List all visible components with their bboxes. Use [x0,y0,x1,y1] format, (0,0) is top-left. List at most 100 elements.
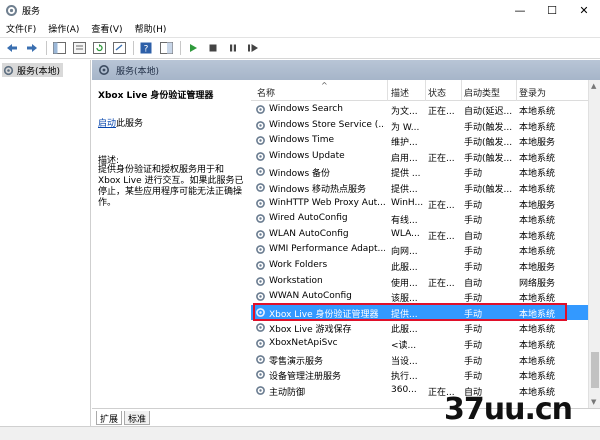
column-header-startup-type[interactable]: 启动类型 [464,86,500,99]
help-icon[interactable]: ? [138,40,154,56]
export-list-icon[interactable] [111,40,127,56]
service-log-on-as-cell: 本地服务 [519,138,556,149]
pause-service-icon[interactable] [225,40,241,56]
column-divider[interactable] [516,80,517,101]
service-startup-type-cell: 手动(触发... [464,122,513,133]
service-startup-type-cell: 手动(触发... [464,153,513,164]
scroll-up-icon[interactable]: ▲ [591,82,596,90]
service-name-cell: 设备管理注册服务 [269,372,342,383]
menu-action[interactable]: 操作(A) [48,22,79,35]
service-description-cell: 为文... [391,107,418,117]
service-description-cell: 该服... [391,294,418,305]
service-name-cell: Windows Search [269,104,343,114]
service-description-cell: 使用... [391,278,418,289]
maximize-button[interactable]: ☐ [536,0,568,20]
service-log-on-as-cell: 本地服务 [519,200,556,211]
table-row[interactable]: Wired AutoConfig 有线... 手动 本地系统 [251,211,588,227]
tab-standard[interactable]: 标准 [124,411,151,425]
properties-sheet-icon[interactable] [71,40,87,56]
service-log-on-as-cell: 本地系统 [519,216,556,227]
service-description-cell: <读... [391,341,417,351]
menu-file[interactable]: 文件(F) [6,22,36,35]
service-startup-type-cell: 手动 [464,216,483,227]
service-log-on-as-cell: 本地系统 [519,122,556,133]
service-log-on-as-cell: 本地服务 [519,263,556,273]
table-row[interactable]: Windows Store Service (... 为 W... 手动(触发...… [251,118,588,134]
column-header-description[interactable]: 描述 [391,86,409,99]
table-row[interactable]: Windows 移动热点服务 提供... 手动(触发... 本地系统 [251,180,588,196]
service-description-cell: 提供... [391,185,418,195]
column-divider[interactable] [425,80,426,101]
table-row[interactable]: 设备管理注册服务 执行... 手动 本地系统 [251,367,588,383]
start-service-icon[interactable] [185,40,201,56]
table-row[interactable]: Windows 备份 提供 ... 手动 本地系统 [251,164,588,180]
back-arrow-icon[interactable] [4,40,20,56]
service-startup-type-cell: 手动 [464,309,483,320]
title-bar: 服务 — ☐ ✕ [0,0,600,20]
service-log-on-as-cell: 本地系统 [519,356,556,367]
table-row[interactable]: Windows Time 维护... 手动(触发... 本地服务 [251,133,588,149]
column-header-log-on-as[interactable]: 登录为 [519,86,546,99]
services-gear-icon [3,65,14,75]
tree-item-services-local[interactable]: 服务(本地) [2,63,64,77]
table-row[interactable]: 零售演示服务 当设... 手动 本地系统 [251,352,588,368]
service-startup-type-cell: 手动 [464,294,483,305]
service-gear-icon [256,167,265,177]
stop-service-icon[interactable] [205,40,221,56]
table-row[interactable]: WWAN AutoConfig 该服... 手动 本地系统 [251,289,588,305]
table-row[interactable]: WMI Performance Adapt... 向网... 手动 本地系统 [251,242,588,258]
service-description-cell: 当设... [391,356,418,367]
restart-service-icon[interactable] [245,40,261,56]
services-gear-icon [99,65,109,75]
service-name-cell: WMI Performance Adapt... [269,244,385,255]
service-startup-type-cell: 自动 [464,278,483,289]
service-log-on-as-cell: 本地系统 [519,294,556,305]
table-row[interactable]: Windows Search 为文... 正在... 自动(延迟... 本地系统 [251,102,588,118]
description-text: 提供身份验证和授权服务用于和 Xbox Live 进行交互。如果此服务已停止，某… [98,165,244,208]
console-tree-icon[interactable] [51,40,67,56]
start-service-link[interactable]: 启动 [98,119,116,129]
table-row[interactable]: XboxNetApiSvc <读... 手动 本地系统 [251,336,588,352]
vertical-scrollbar[interactable]: ▲ ▼ [588,80,600,408]
table-row-selected[interactable]: Xbox Live 身份验证管理器 提供... 手动 本地系统 [251,304,588,321]
service-description-cell: 为 W... [391,122,420,133]
table-row[interactable]: WinHTTP Web Proxy Aut... WinH... 正在... 手动 本地… [251,196,588,212]
column-header-status[interactable]: 状态 [428,86,446,99]
minimize-button[interactable]: — [504,0,536,20]
service-gear-icon [256,136,265,146]
service-name-cell: XboxNetApiSvc [269,338,338,348]
table-row[interactable]: Workstation 使用... 正在... 自动 网络服务 [251,274,588,290]
service-description-cell: WLA... [391,228,420,239]
service-name-cell: 主动防御 [269,387,306,398]
service-status-cell: 正在... [428,231,455,242]
service-name-cell: Work Folders [269,260,328,270]
menu-help[interactable]: 帮助(H) [135,22,167,35]
service-name-cell: Windows 备份 [269,169,331,180]
forward-arrow-icon[interactable] [24,40,40,56]
refresh-icon[interactable] [91,40,107,56]
show-hide-pane-icon[interactable] [158,40,174,56]
service-startup-type-cell: 手动 [464,356,483,367]
services-list: ^ 名称 描述 状态 启动类型 登录为 Windows Search 为文... 正… [251,80,588,408]
column-header-name[interactable]: 名称 [257,86,275,99]
start-service-suffix: 此服务 [116,119,144,129]
column-divider[interactable] [387,80,388,101]
column-divider[interactable] [461,80,462,101]
scroll-down-icon[interactable]: ▼ [591,398,596,406]
service-name-cell: Windows Store Service (... [269,119,385,130]
menu-view[interactable]: 查看(V) [91,22,122,35]
table-row[interactable]: Xbox Live 游戏保存 此服... 手动 本地系统 [251,320,588,336]
service-gear-icon [256,385,265,395]
tab-extended[interactable]: 扩展 [96,411,123,425]
scrollbar-thumb[interactable] [591,352,599,388]
table-row[interactable]: Windows Update 启用... 正在... 手动(触发... 本地系统 [251,149,588,165]
table-row[interactable]: WLAN AutoConfig WLA... 正在... 自动 本地系统 [251,227,588,243]
menu-bar: 文件(F) 操作(A) 查看(V) 帮助(H) [0,20,600,37]
service-gear-icon [256,261,265,270]
service-description-cell: 维护... [391,138,418,149]
service-description-panel: Xbox Live 身份验证管理器 启动此服务 描述: 提供身份验证和授权服务用… [92,80,249,408]
table-row[interactable]: Work Folders 此服... 手动 本地服务 [251,258,588,274]
service-name-cell: Windows Time [269,135,335,146]
close-button[interactable]: ✕ [568,0,600,20]
service-name-cell: WWAN AutoConfig [269,291,352,302]
